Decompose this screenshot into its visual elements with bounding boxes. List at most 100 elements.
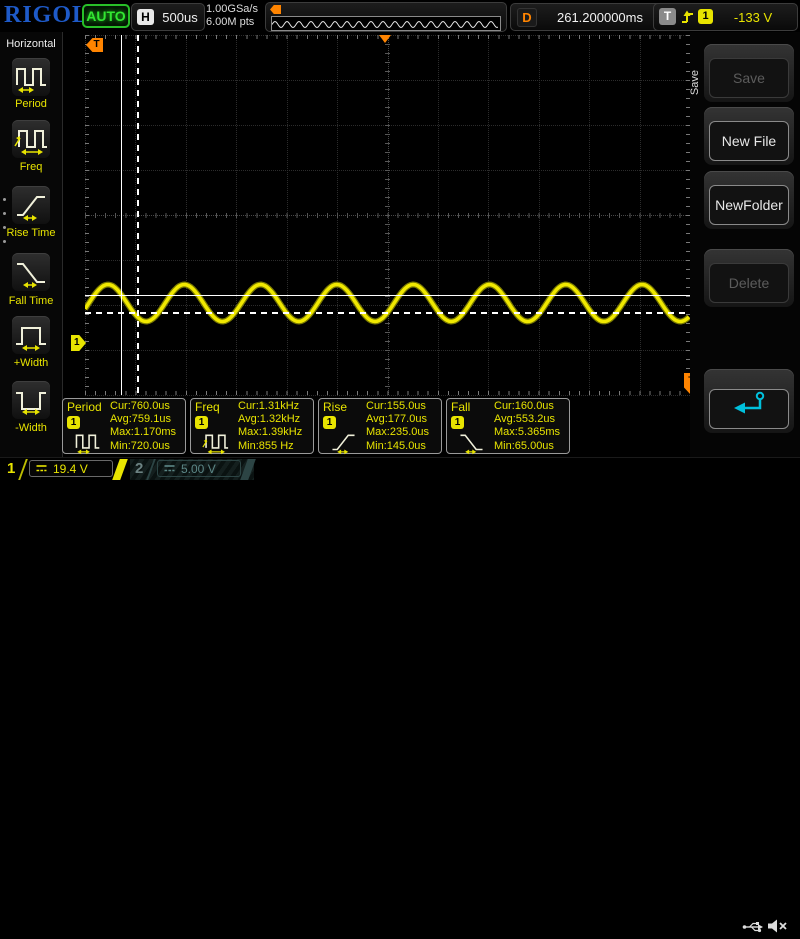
measurement-channel-badge: 1 xyxy=(451,416,464,429)
measurement-max: Max:1.39kHz xyxy=(238,426,302,439)
minus-width-icon xyxy=(12,381,50,419)
delay-label: D xyxy=(517,8,537,27)
measure-threshold-line-low xyxy=(85,312,690,314)
softkey-slot xyxy=(704,369,794,433)
measurement-min: Min:855 Hz xyxy=(238,440,302,453)
usb-icon xyxy=(742,919,765,939)
menu-item-label: -Width xyxy=(0,422,62,434)
measurement-cur: Cur:760.0us xyxy=(110,400,176,413)
delete-button[interactable]: Delete xyxy=(709,263,789,303)
measurement-cur: Cur:1.31kHz xyxy=(238,400,302,413)
scope-display: T T 1 xyxy=(85,35,690,395)
waveform-preview-bar[interactable] xyxy=(265,2,507,32)
measurement-box-rise[interactable]: Rise 1 Cur:155.0us Avg:177.0us Max:235.0… xyxy=(318,398,442,454)
trigger-box[interactable]: T 1 -133 V xyxy=(653,3,798,31)
menu-item-label: Rise Time xyxy=(0,227,62,239)
fall-time-icon xyxy=(453,429,490,460)
fall-time-icon xyxy=(12,253,50,291)
sample-rate: 1.00GSa/s xyxy=(206,3,258,16)
measurement-avg: Avg:759.1us xyxy=(110,413,176,426)
speaker-muted-icon xyxy=(766,918,788,939)
new-file-button[interactable]: New File xyxy=(709,121,789,161)
timebase-value: 500us xyxy=(158,10,202,25)
channel2-scale: 5.00 V xyxy=(181,462,216,476)
menu-item-label: +Width xyxy=(0,357,62,369)
softkey-slot: New File xyxy=(704,107,794,165)
delay-box[interactable]: D 261.200000ms xyxy=(510,3,670,31)
trigger-level-value: -133 V xyxy=(716,10,790,25)
right-soft-menu: Save Save New File NewFolder Delete xyxy=(690,32,800,458)
delay-value: 261.200000ms xyxy=(539,10,661,25)
trigger-label: T xyxy=(659,8,676,25)
measurement-min: Min:720.0us xyxy=(110,440,176,453)
menu-item-label: Freq xyxy=(0,161,62,173)
scroll-dot xyxy=(3,240,6,243)
horizontal-label: H xyxy=(137,9,154,25)
measurement-cur: Cur:155.0us xyxy=(366,400,429,413)
save-button[interactable]: Save xyxy=(709,58,789,98)
rise-time-icon xyxy=(12,186,50,224)
softkey-slot: Delete xyxy=(704,249,794,307)
divider xyxy=(18,459,28,480)
measurement-avg: Avg:1.32kHz xyxy=(238,413,302,426)
measurement-max: Max:235.0us xyxy=(366,426,429,439)
channel1-trace xyxy=(85,35,690,395)
run-state-badge[interactable]: AUTO xyxy=(82,4,130,28)
menu-tab-save: Save xyxy=(689,70,701,95)
scroll-dot xyxy=(3,212,6,215)
channel1-scale: 19.4 V xyxy=(53,462,88,476)
measurement-min: Min:65.00us xyxy=(494,440,560,453)
menu-item-label: Period xyxy=(0,98,62,110)
measurement-max: Max:5.365ms xyxy=(494,426,560,439)
memory-depth: 6.00M pts xyxy=(206,16,258,29)
softkey-slot: NewFolder xyxy=(704,171,794,229)
dc-coupling-icon xyxy=(163,460,176,478)
freq-icon xyxy=(12,120,50,158)
preview-position-arrow-icon xyxy=(270,5,281,14)
return-arrow-icon xyxy=(731,403,767,419)
rise-time-icon xyxy=(325,429,362,460)
measurement-min: Min:145.0us xyxy=(366,440,429,453)
measure-cursor-line-solid xyxy=(121,35,122,395)
period-icon xyxy=(12,58,50,96)
scroll-dot xyxy=(3,226,6,229)
acquisition-info: 1.00GSa/s 6.00M pts xyxy=(206,3,258,29)
channel1-number: 1 xyxy=(7,460,15,477)
measurement-channel-badge: 1 xyxy=(323,416,336,429)
dc-coupling-icon xyxy=(35,460,48,478)
measurement-box-freq[interactable]: Freq 1 Cur:1.31kHz Avg:1.32kHz Max:1.39k… xyxy=(190,398,314,454)
measurement-avg: Avg:177.0us xyxy=(366,413,429,426)
channel1-status[interactable]: 1 19.4 V xyxy=(2,459,126,480)
return-button[interactable] xyxy=(709,389,789,429)
horizontal-reference-marker[interactable] xyxy=(379,35,391,43)
measurement-name: Freq xyxy=(195,400,220,414)
trigger-source-badge: 1 xyxy=(698,9,713,24)
softkey-slot: Save xyxy=(704,44,794,102)
measure-threshold-line-high xyxy=(85,295,690,296)
scroll-dot xyxy=(3,198,6,201)
divider xyxy=(146,459,156,480)
freq-icon xyxy=(197,429,234,460)
measurement-channel-badge: 1 xyxy=(67,416,80,429)
preview-waveform-window xyxy=(271,16,501,31)
menu-item-label: Fall Time xyxy=(0,295,62,307)
channel2-number: 2 xyxy=(135,460,143,477)
measurement-name: Period xyxy=(67,400,102,414)
measurement-cur: Cur:160.0us xyxy=(494,400,560,413)
rigol-logo: RIGOL xyxy=(4,2,89,29)
measurement-name: Rise xyxy=(323,400,347,414)
divider xyxy=(240,459,256,480)
measurement-max: Max:1.170ms xyxy=(110,426,176,439)
measurement-box-period[interactable]: Period 1 Cur:760.0us Avg:759.1us Max:1.1… xyxy=(62,398,186,454)
measurement-box-fall[interactable]: Fall 1 Cur:160.0us Avg:553.2us Max:5.365… xyxy=(446,398,570,454)
measurement-name: Fall xyxy=(451,400,470,414)
period-icon xyxy=(69,429,106,460)
channel-status-bar: 1 19.4 V 2 5.00 V xyxy=(0,457,800,481)
measurement-avg: Avg:553.2us xyxy=(494,413,560,426)
horizontal-timebase-box[interactable]: H 500us xyxy=(131,3,205,31)
left-measure-menu: Horizontal Period Freq Rise Time Fall Ti… xyxy=(0,32,63,458)
channel1-ground-marker[interactable]: 1 xyxy=(71,335,86,351)
plus-width-icon xyxy=(12,316,50,354)
channel2-status[interactable]: 2 5.00 V xyxy=(130,459,254,480)
new-folder-button[interactable]: NewFolder xyxy=(709,185,789,225)
